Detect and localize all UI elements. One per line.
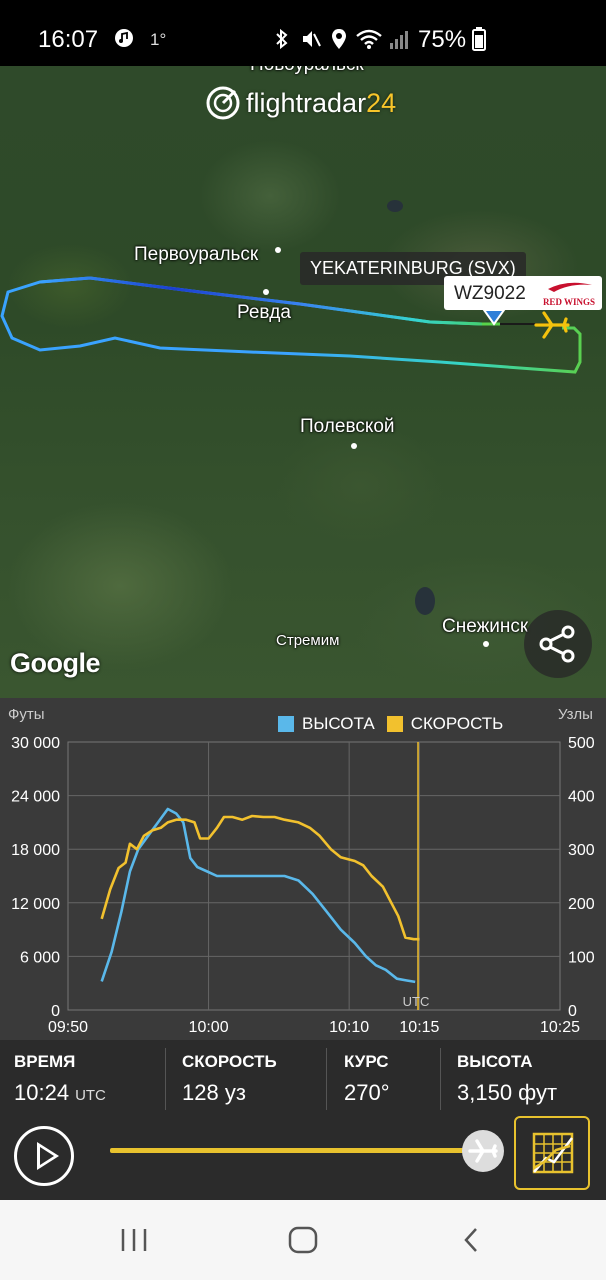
brand-name: flightradar xyxy=(246,87,367,118)
share-button[interactable] xyxy=(524,610,592,678)
plot-frame xyxy=(67,741,561,1011)
y-left-tick-label: 6 000 xyxy=(20,949,60,966)
y-right-tick-label: 400 xyxy=(568,789,595,806)
airline-logo: RED WINGS xyxy=(543,282,595,307)
flight-map[interactable]: flightradar24 Новоуральск Первоуральск Р… xyxy=(0,66,606,698)
flight-code: WZ9022 xyxy=(454,283,526,304)
x-tick-label: 10:25 xyxy=(540,1019,580,1036)
y-right-tick-label: 100 xyxy=(568,949,595,966)
y-right-tick-label: 0 xyxy=(568,1003,577,1020)
music-icon xyxy=(115,29,133,47)
google-attribution: Google xyxy=(10,648,101,678)
info-speed: СКОРОСТЬ 128 уз xyxy=(182,1040,322,1116)
wifi-icon xyxy=(356,29,382,49)
playback-slider[interactable] xyxy=(110,1148,480,1153)
status-time: 16:07 xyxy=(38,26,99,53)
y-right-tick-label: 200 xyxy=(568,896,595,913)
status-battery: 75% xyxy=(418,26,467,53)
flight-label[interactable]: WZ9022 RED WINGS xyxy=(444,276,602,310)
chart-toggle-button[interactable] xyxy=(514,1116,590,1190)
x-tick-label: 10:00 xyxy=(189,1019,229,1036)
aircraft-icon[interactable] xyxy=(534,310,570,340)
info-divider xyxy=(326,1048,327,1110)
info-heading-value: 270° xyxy=(344,1080,390,1105)
flightradar24-logo: flightradar 24 xyxy=(206,86,396,120)
x-tick-label: 09:50 xyxy=(48,1019,88,1036)
chart-plot: 0 6 000 12 000 18 000 24 000 30 000 0 100 200 300… xyxy=(11,735,595,1036)
y-right-tick-label: 300 xyxy=(568,842,595,859)
status-temperature: 1° xyxy=(150,30,167,49)
status-bar: 16:07 1° 75% xyxy=(0,0,606,66)
y-left-tick-label: 24 000 xyxy=(11,789,60,806)
y-left-tick-label: 0 xyxy=(51,1003,60,1020)
android-nav-bar xyxy=(0,1200,606,1280)
chart-grid-icon xyxy=(532,1132,574,1174)
back-icon[interactable] xyxy=(458,1226,486,1254)
info-divider xyxy=(440,1048,441,1110)
playback-handle[interactable] xyxy=(462,1130,504,1172)
info-time: ВРЕМЯ 10:24 UTC xyxy=(14,1040,164,1116)
svg-text:RED WINGS: RED WINGS xyxy=(543,297,595,307)
y-right-tick-label: 500 xyxy=(568,735,595,752)
city-revda: Ревда xyxy=(237,302,291,323)
radar-icon xyxy=(206,86,240,120)
y-left-tick-label: 18 000 xyxy=(11,842,60,859)
x-tick-label: 10:15 xyxy=(399,1019,439,1036)
mute-icon xyxy=(303,31,321,47)
y-left-tick-label: 12 000 xyxy=(11,896,60,913)
bluetooth-icon xyxy=(276,28,288,50)
flight-path xyxy=(0,200,582,647)
flight-info-row: ВРЕМЯ 10:24 UTC СКОРОСТЬ 128 уз КУРС 270°… xyxy=(0,1040,606,1116)
flight-chart: Футы Узлы ВЫСОТА СКОРОСТЬ 06 000 12 000 18… xyxy=(0,698,606,1040)
info-heading-label: КУРС xyxy=(344,1052,389,1071)
play-button[interactable] xyxy=(14,1126,74,1186)
x-tick-label: 10:10 xyxy=(329,1019,369,1036)
city-pervouralsk: Первоуральск xyxy=(134,244,259,265)
brand-number: 24 xyxy=(366,87,397,118)
share-icon xyxy=(539,625,575,663)
info-altitude: ВЫСОТА 3,150 фут xyxy=(457,1040,602,1116)
info-altitude-label: ВЫСОТА xyxy=(457,1052,533,1071)
city-stremim: Стремим xyxy=(276,632,340,649)
info-time-value: 10:24 UTC xyxy=(14,1080,106,1105)
info-heading: КУРС 270° xyxy=(344,1040,434,1116)
signal-icon xyxy=(390,31,408,49)
utc-marker-label: UTC xyxy=(403,994,430,1009)
info-speed-label: СКОРОСТЬ xyxy=(182,1052,277,1071)
recent-apps-icon[interactable] xyxy=(118,1226,150,1254)
airplane-icon xyxy=(468,1139,498,1163)
battery-icon xyxy=(472,27,486,51)
info-time-label: ВРЕМЯ xyxy=(14,1052,76,1071)
info-speed-value: 128 уз xyxy=(182,1080,246,1105)
city-novouralsk: Новоуральск xyxy=(250,66,364,76)
info-altitude-value: 3,150 фут xyxy=(457,1080,558,1105)
info-divider xyxy=(165,1048,166,1110)
home-icon[interactable] xyxy=(287,1226,319,1254)
y-left-tick-label: 30 000 xyxy=(11,735,60,752)
location-icon xyxy=(332,29,346,49)
city-snezhinsk: Снежинск xyxy=(442,616,529,637)
playback-bar xyxy=(0,1116,606,1200)
city-polevskoy: Полевской xyxy=(300,416,395,437)
